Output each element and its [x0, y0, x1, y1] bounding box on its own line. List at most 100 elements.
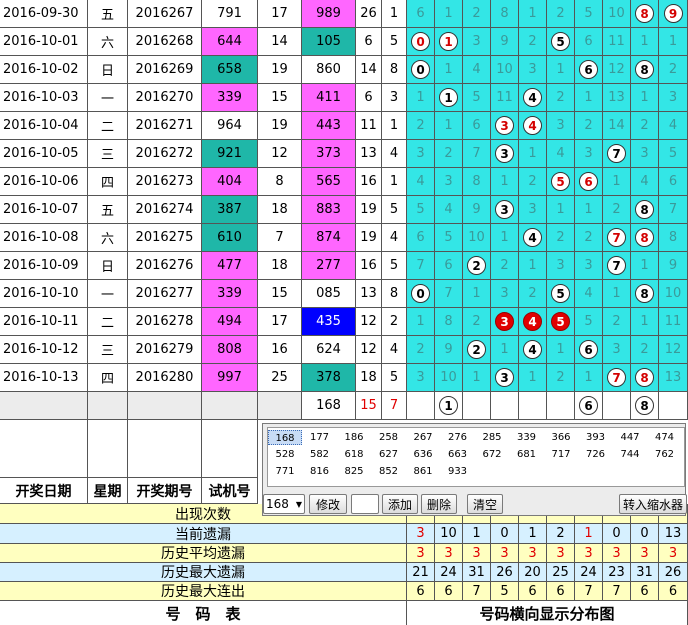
number-list-box[interactable]: 168 177 186 258 267 276 285 339 366 393 447 474 528 5… — [267, 427, 685, 487]
number-list-item[interactable]: 366 — [544, 430, 578, 445]
number-list-item[interactable]: 393 — [579, 430, 613, 445]
number-ball: 1 — [439, 32, 458, 51]
row-trial-number: 658 — [202, 56, 258, 84]
number-list-item[interactable]: 852 — [372, 464, 406, 479]
number-list-item[interactable]: 618 — [337, 447, 371, 462]
number-combo[interactable]: 168 ▼ — [263, 494, 305, 514]
number-list-item[interactable]: 339 — [510, 430, 544, 445]
distribution-cell: 9 — [435, 336, 463, 364]
distribution-cell: 1 — [519, 0, 547, 28]
row-number: 277 — [302, 252, 356, 280]
distribution-cell: 7 — [435, 280, 463, 308]
row-week: 日 — [88, 252, 128, 280]
blank-cell — [202, 420, 258, 478]
number-list-item[interactable]: 933 — [441, 464, 475, 479]
stats-cell: 31 — [463, 563, 491, 582]
number-list-item[interactable]: 762 — [648, 447, 682, 462]
number-list-item[interactable]: 447 — [613, 430, 647, 445]
number-list-item[interactable]: 267 — [406, 430, 440, 445]
number-list-item[interactable]: 663 — [441, 447, 475, 462]
omission-value: 8 — [500, 6, 509, 21]
distribution-cell: 3 — [575, 252, 603, 280]
add-button[interactable]: 添加 — [382, 494, 418, 514]
distribution-cell: 6 — [463, 112, 491, 140]
column-header: 开奖日期 — [0, 478, 88, 504]
number-list-item[interactable]: 636 — [406, 447, 440, 462]
stats-cell: 3 — [463, 544, 491, 563]
number-list-item[interactable]: 861 — [406, 464, 440, 479]
omission-value: 2 — [416, 342, 425, 357]
distribution-cell: 6 — [575, 56, 603, 84]
number-list-item[interactable]: 258 — [372, 430, 406, 445]
number-ball: 5 — [551, 172, 570, 191]
row-week: 五 — [88, 0, 128, 28]
number-list-item[interactable]: 276 — [441, 430, 475, 445]
summary-dist-cell — [547, 392, 575, 420]
row-week: 二 — [88, 112, 128, 140]
omission-value: 13 — [664, 370, 682, 385]
number-list-item[interactable]: 285 — [475, 430, 509, 445]
row-week: 六 — [88, 224, 128, 252]
distribution-cell: 6 — [659, 168, 688, 196]
clear-button[interactable]: 清空 — [467, 494, 503, 514]
number-input[interactable] — [351, 494, 379, 514]
distribution-cell: 3 — [603, 336, 631, 364]
number-list-item[interactable]: 582 — [303, 447, 337, 462]
distribution-cell: 11 — [491, 84, 519, 112]
row-period: 2016276 — [128, 252, 202, 280]
row-trial-number: 791 — [202, 0, 258, 28]
row-number: 989 — [302, 0, 356, 28]
number-ball: 7 — [607, 144, 626, 163]
distribution-cell: 9 — [491, 28, 519, 56]
distribution-cell: 12 — [603, 56, 631, 84]
modify-button[interactable]: 修改 — [309, 494, 347, 514]
number-ball: 4 — [523, 116, 542, 135]
number-list-item[interactable]: 717 — [544, 447, 578, 462]
number-list-item[interactable]: 771 — [268, 464, 302, 479]
transfer-to-reducer-button[interactable]: 转入缩水器 — [619, 494, 687, 514]
omission-value: 6 — [416, 230, 425, 245]
row-digit: 5 — [382, 364, 407, 392]
distribution-cell: 1 — [659, 28, 688, 56]
distribution-cell: 10 — [603, 0, 631, 28]
number-ball: 7 — [607, 256, 626, 275]
number-list-item[interactable]: 825 — [337, 464, 371, 479]
row-trial-number: 477 — [202, 252, 258, 280]
omission-value: 11 — [608, 34, 625, 49]
stats-cell: 3 — [603, 544, 631, 563]
number-list-item[interactable]: 474 — [648, 430, 682, 445]
number-list-item[interactable]: 726 — [579, 447, 613, 462]
distribution-cell: 1 — [407, 308, 435, 336]
row-span: 16 — [356, 252, 382, 280]
distribution-cell: 8 — [631, 56, 659, 84]
omission-value: 14 — [608, 118, 625, 133]
omission-value: 2 — [528, 34, 537, 49]
number-list-item[interactable]: 627 — [372, 447, 406, 462]
number-ball: 7 — [607, 368, 626, 387]
number-list-item[interactable]: 186 — [337, 430, 371, 445]
summary-dist-cell — [519, 392, 547, 420]
number-list-item[interactable]: 528 — [268, 447, 302, 462]
delete-button[interactable]: 删除 — [421, 494, 457, 514]
number-list-item[interactable]: 681 — [510, 447, 544, 462]
distribution-cell: 1 — [603, 168, 631, 196]
omission-value: 1 — [444, 62, 453, 77]
distribution-cell: 2 — [547, 0, 575, 28]
stats-cell: 7 — [575, 582, 603, 601]
omission-value: 2 — [472, 314, 481, 329]
stats-label: 当前遗漏 — [0, 524, 407, 544]
number-list-item[interactable]: 672 — [475, 447, 509, 462]
row-trial-number: 404 — [202, 168, 258, 196]
row-week: 三 — [88, 140, 128, 168]
omission-value: 5 — [584, 314, 593, 329]
number-list-item[interactable]: 816 — [303, 464, 337, 479]
distribution-cell: 1 — [435, 28, 463, 56]
number-list-item[interactable]: 177 — [303, 430, 337, 445]
distribution-cell: 3 — [547, 112, 575, 140]
row-number: 883 — [302, 196, 356, 224]
number-list-item[interactable]: 744 — [613, 447, 647, 462]
number-list-item[interactable]: 168 — [268, 430, 302, 445]
number-ball: 8 — [635, 396, 654, 415]
omission-value: 1 — [472, 286, 481, 301]
row-trial-number: 339 — [202, 84, 258, 112]
